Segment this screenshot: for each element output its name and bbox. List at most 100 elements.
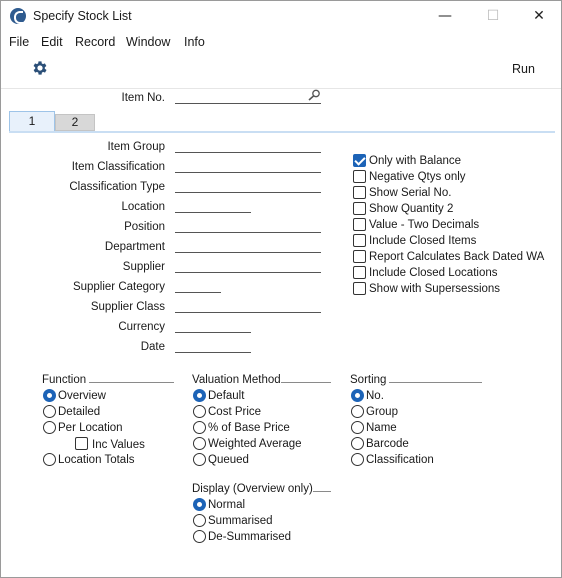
sorting-group-label: Group — [366, 406, 398, 418]
negative-qtys-only-checkbox[interactable] — [353, 170, 366, 183]
gear-icon[interactable] — [31, 59, 49, 77]
inc-values-checkbox[interactable] — [75, 437, 88, 450]
sorting-name-label: Name — [366, 422, 397, 434]
supplier-label: Supplier — [122, 261, 165, 273]
function-overview-label: Overview — [58, 390, 106, 402]
tab-2[interactable]: 2 — [55, 114, 95, 131]
close-button[interactable]: ✕ — [519, 5, 559, 29]
supplier-class-field[interactable] — [175, 299, 321, 313]
function-detailed-label: Detailed — [58, 406, 101, 418]
valuation-queued-radio[interactable] — [193, 453, 206, 466]
valuation-group-line — [281, 382, 331, 383]
menu-file[interactable]: File — [9, 35, 29, 49]
include-closed-items-label: Include Closed Items — [369, 235, 477, 247]
valuation-base-price-label: % of Base Price — [208, 422, 290, 434]
minimize-button[interactable]: — — [425, 5, 465, 29]
sorting-group-line — [389, 382, 482, 383]
valuation-cost-price-label: Cost Price — [208, 406, 262, 418]
function-detailed-radio[interactable] — [43, 405, 56, 418]
menu-edit[interactable]: Edit — [41, 35, 63, 49]
value-two-decimals-label: Value - Two Decimals — [369, 219, 480, 231]
sorting-no-radio[interactable] — [351, 389, 364, 402]
sorting-classification-label: Classification — [366, 454, 434, 466]
date-field[interactable] — [175, 339, 251, 353]
show-with-supersessions-checkbox[interactable] — [353, 282, 366, 295]
show-with-supersessions-label: Show with Supersessions — [369, 283, 501, 295]
position-field[interactable] — [175, 219, 321, 233]
item-group-field[interactable] — [175, 139, 321, 153]
only-with-balance-label: Only with Balance — [369, 155, 462, 167]
function-group-title: Function — [42, 374, 87, 386]
display-de-summarised-label: De-Summarised — [208, 531, 292, 543]
item-group-label: Item Group — [107, 141, 165, 153]
window-title: Specify Stock List — [33, 9, 132, 23]
show-serial-no-label: Show Serial No. — [369, 187, 452, 199]
sorting-no-label: No. — [366, 390, 384, 402]
function-location-totals-label: Location Totals — [58, 454, 135, 466]
location-label: Location — [121, 201, 165, 213]
include-closed-locations-checkbox[interactable] — [353, 266, 366, 279]
supplier-category-field[interactable] — [175, 279, 221, 293]
supplier-class-label: Supplier Class — [90, 301, 165, 313]
display-normal-label: Normal — [208, 499, 246, 511]
display-group-line — [313, 491, 331, 492]
display-normal-radio[interactable] — [193, 498, 206, 511]
location-field[interactable] — [175, 199, 251, 213]
sorting-classification-radio[interactable] — [351, 453, 364, 466]
department-field[interactable] — [175, 239, 321, 253]
show-quantity-2-label: Show Quantity 2 — [369, 203, 454, 215]
run-button[interactable]: Run — [512, 62, 535, 76]
menu-info[interactable]: Info — [184, 35, 205, 49]
sorting-name-radio[interactable] — [351, 421, 364, 434]
currency-label: Currency — [118, 321, 165, 333]
classification-type-label: Classification Type — [69, 181, 165, 193]
valuation-group-title: Valuation Method — [192, 374, 281, 386]
function-per-location-label: Per Location — [58, 422, 123, 434]
item-no-field[interactable] — [175, 90, 321, 104]
display-de-summarised-radio[interactable] — [193, 530, 206, 543]
valuation-default-label: Default — [208, 390, 245, 402]
sorting-barcode-label: Barcode — [366, 438, 409, 450]
search-lookup-icon[interactable] — [307, 89, 321, 101]
report-back-dated-wa-label: Report Calculates Back Dated WA — [369, 251, 545, 263]
department-label: Department — [104, 241, 165, 253]
show-quantity-2-checkbox[interactable] — [353, 202, 366, 215]
toolbar: Run — [1, 52, 561, 89]
display-group-title: Display (Overview only) — [192, 483, 313, 495]
position-label: Position — [124, 221, 165, 233]
classification-type-field[interactable] — [175, 179, 321, 193]
function-per-location-radio[interactable] — [43, 421, 56, 434]
include-closed-locations-label: Include Closed Locations — [369, 267, 498, 279]
supplier-category-label: Supplier Category — [72, 281, 165, 293]
tab-1[interactable]: 1 — [9, 111, 55, 132]
only-with-balance-checkbox[interactable] — [353, 154, 366, 167]
date-label: Date — [140, 341, 165, 353]
display-summarised-label: Summarised — [208, 515, 273, 527]
title-bar[interactable]: Specify Stock List — ☐ ✕ — [1, 1, 561, 32]
show-serial-no-checkbox[interactable] — [353, 186, 366, 199]
sorting-group-title: Sorting — [350, 374, 387, 386]
report-back-dated-wa-checkbox[interactable] — [353, 250, 366, 263]
value-two-decimals-checkbox[interactable] — [353, 218, 366, 231]
supplier-field[interactable] — [175, 259, 321, 273]
currency-field[interactable] — [175, 319, 251, 333]
display-summarised-radio[interactable] — [193, 514, 206, 527]
maximize-button[interactable]: ☐ — [473, 5, 513, 29]
specify-stock-list-window: Specify Stock List — ☐ ✕ File Edit Recor… — [0, 0, 562, 578]
tab-divider — [9, 131, 555, 133]
item-classification-label: Item Classification — [71, 161, 165, 173]
menu-record[interactable]: Record — [75, 35, 115, 49]
function-group-line — [89, 382, 174, 383]
valuation-weighted-average-radio[interactable] — [193, 437, 206, 450]
item-classification-field[interactable] — [175, 159, 321, 173]
inc-values-label: Inc Values — [92, 439, 145, 451]
include-closed-items-checkbox[interactable] — [353, 234, 366, 247]
function-overview-radio[interactable] — [43, 389, 56, 402]
valuation-base-price-radio[interactable] — [193, 421, 206, 434]
sorting-barcode-radio[interactable] — [351, 437, 364, 450]
sorting-group-radio[interactable] — [351, 405, 364, 418]
valuation-cost-price-radio[interactable] — [193, 405, 206, 418]
function-location-totals-radio[interactable] — [43, 453, 56, 466]
valuation-default-radio[interactable] — [193, 389, 206, 402]
menu-window[interactable]: Window — [126, 35, 170, 49]
